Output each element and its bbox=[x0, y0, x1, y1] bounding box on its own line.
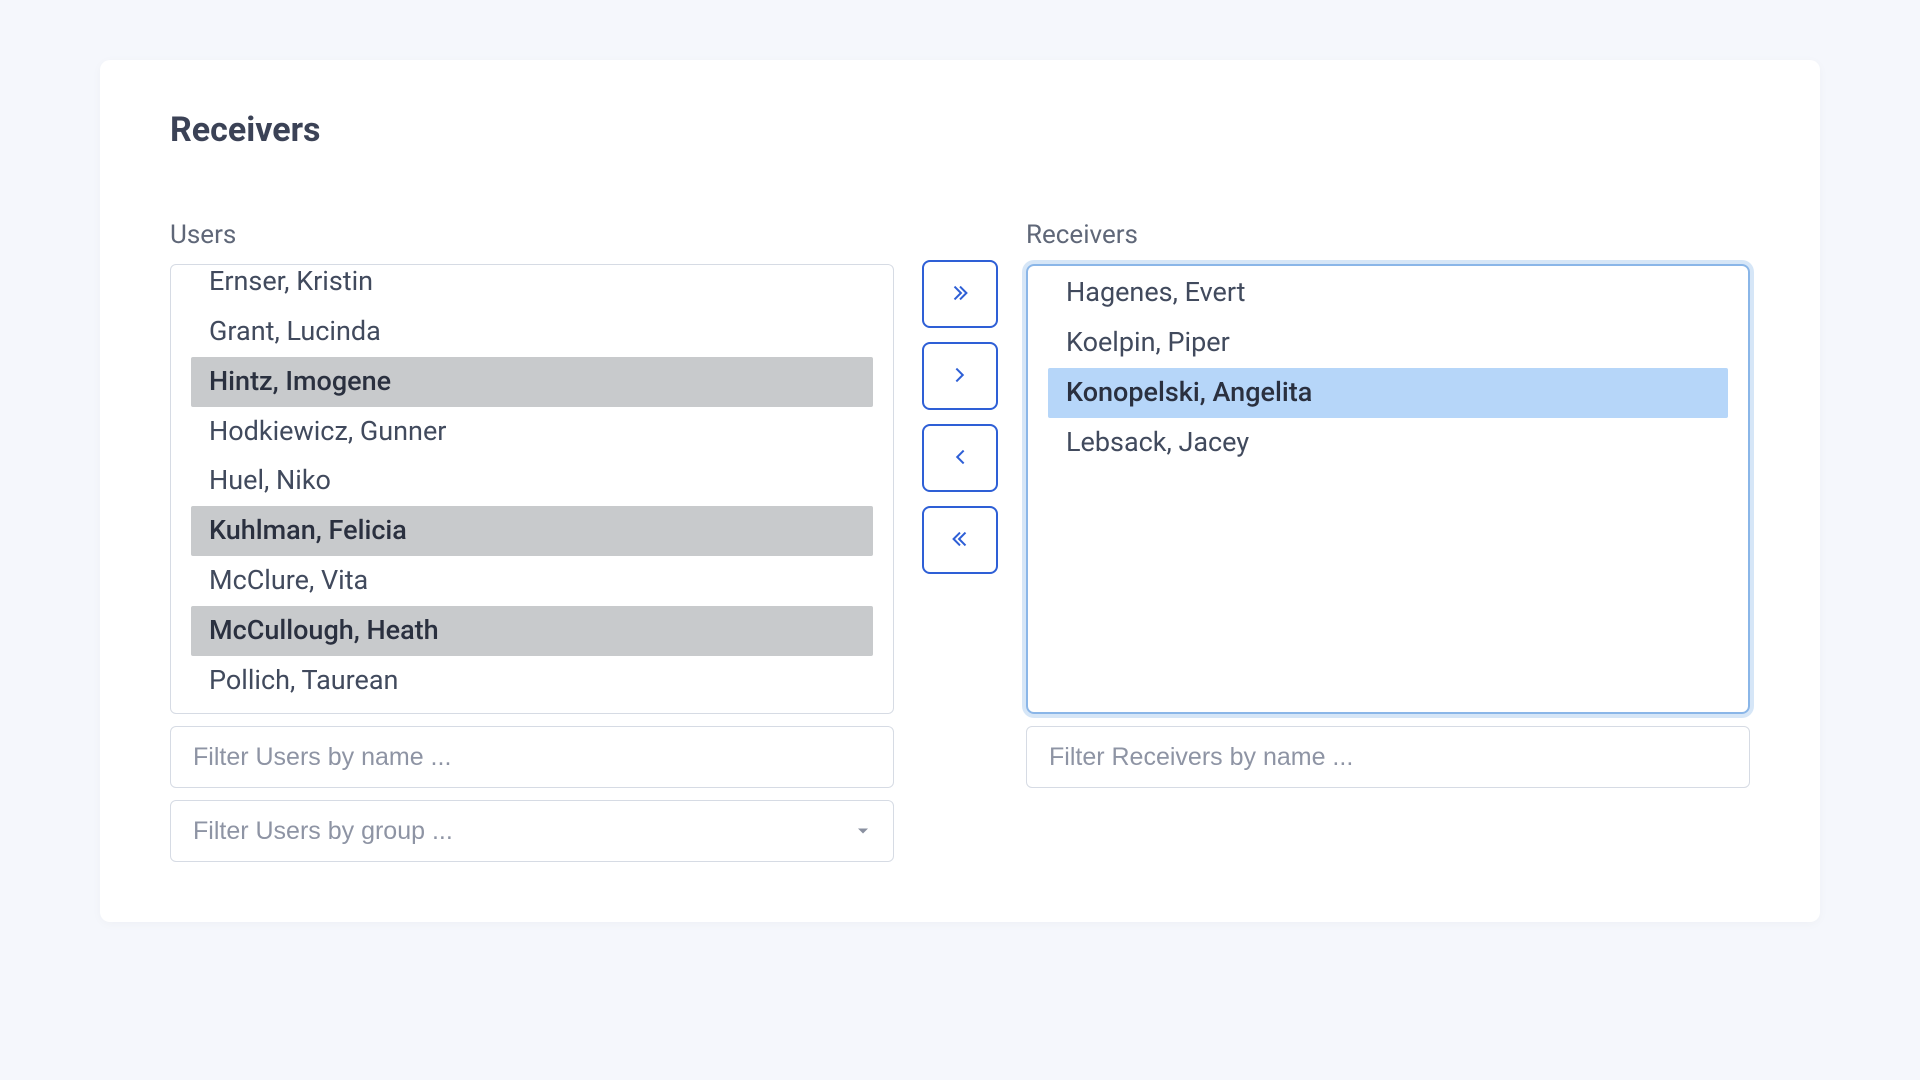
users-label: Users bbox=[170, 220, 894, 250]
chevron-double-right-icon bbox=[949, 282, 971, 307]
user-item[interactable]: Pollich, Taurean bbox=[191, 656, 873, 706]
user-item[interactable]: Ernser, Kristin bbox=[191, 264, 873, 307]
add-all-button[interactable] bbox=[922, 260, 998, 328]
users-filter-name-input[interactable] bbox=[193, 743, 871, 772]
users-filter-name[interactable] bbox=[170, 726, 894, 788]
receiver-item[interactable]: Lebsack, Jacey bbox=[1048, 418, 1728, 468]
users-filter-group[interactable] bbox=[170, 800, 894, 862]
receivers-filter-name-input[interactable] bbox=[1049, 743, 1727, 772]
users-listbox[interactable]: Ernser, KristinGrant, LucindaHintz, Imog… bbox=[170, 264, 894, 714]
card-title: Receivers bbox=[170, 110, 1750, 150]
receivers-label: Receivers bbox=[1026, 220, 1750, 250]
chevron-left-icon bbox=[949, 446, 971, 471]
receiver-item[interactable]: Hagenes, Evert bbox=[1048, 268, 1728, 318]
user-item[interactable]: McClure, Vita bbox=[191, 556, 873, 606]
user-item[interactable]: Powlowski, Ubaldo bbox=[191, 706, 873, 714]
transfer-buttons bbox=[922, 220, 998, 574]
user-item[interactable]: Hodkiewicz, Gunner bbox=[191, 407, 873, 457]
remove-selected-button[interactable] bbox=[922, 424, 998, 492]
receiver-item[interactable]: Koelpin, Piper bbox=[1048, 318, 1728, 368]
receiver-item[interactable]: Konopelski, Angelita bbox=[1048, 368, 1728, 418]
users-column: Users Ernser, KristinGrant, LucindaHintz… bbox=[170, 220, 894, 862]
user-item[interactable]: McCullough, Heath bbox=[191, 606, 873, 656]
receivers-column: Receivers Hagenes, EvertKoelpin, PiperKo… bbox=[1026, 220, 1750, 788]
dual-listbox: Users Ernser, KristinGrant, LucindaHintz… bbox=[170, 220, 1750, 862]
chevron-down-icon bbox=[855, 817, 871, 846]
chevron-right-icon bbox=[949, 364, 971, 389]
user-item[interactable]: Kuhlman, Felicia bbox=[191, 506, 873, 556]
receivers-listbox[interactable]: Hagenes, EvertKoelpin, PiperKonopelski, … bbox=[1026, 264, 1750, 714]
users-filter-group-input[interactable] bbox=[193, 817, 871, 846]
user-item[interactable]: Grant, Lucinda bbox=[191, 307, 873, 357]
remove-all-button[interactable] bbox=[922, 506, 998, 574]
user-item[interactable]: Huel, Niko bbox=[191, 456, 873, 506]
chevron-double-left-icon bbox=[949, 528, 971, 553]
add-selected-button[interactable] bbox=[922, 342, 998, 410]
receivers-card: Receivers Users Ernser, KristinGrant, Lu… bbox=[100, 60, 1820, 922]
receivers-filter-name[interactable] bbox=[1026, 726, 1750, 788]
user-item[interactable]: Hintz, Imogene bbox=[191, 357, 873, 407]
